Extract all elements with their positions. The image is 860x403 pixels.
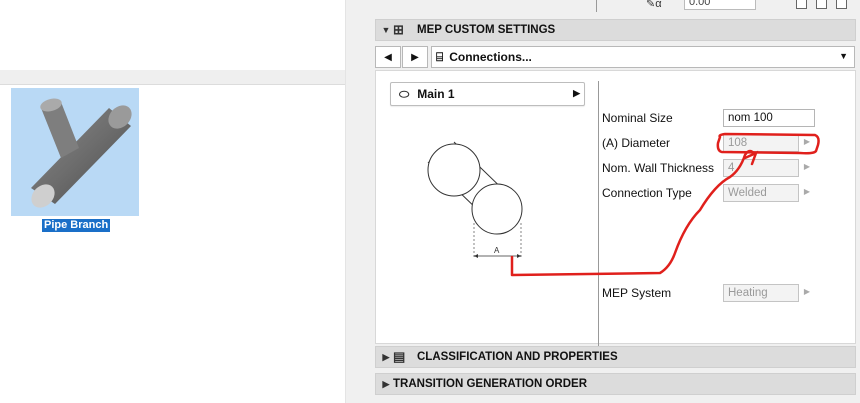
chevron-right-icon: ▶ [573, 88, 580, 98]
connection-selector[interactable]: ⬭ Main 1 ▶ [390, 82, 585, 106]
option-box[interactable] [816, 0, 827, 9]
dimension-label: A [494, 246, 500, 255]
mep-settings-title: MEP CUSTOM SETTINGS [417, 24, 556, 36]
previous-page-button[interactable]: ◀ [375, 46, 401, 68]
expand-icon: ▶ [382, 351, 390, 362]
mep-settings-icon: ⊞ [393, 22, 404, 37]
pipe-end-icon: ⬭ [399, 86, 410, 101]
mep-settings-header[interactable]: ▼ ⊞ MEP CUSTOM SETTINGS [375, 19, 856, 41]
angle-icon: ✎α [646, 0, 662, 10]
transition-order-title: TRANSITION GENERATION ORDER [393, 378, 588, 390]
mep-system-arrow-icon[interactable]: ▶ [802, 285, 812, 299]
mep-system-field[interactable]: Heating [723, 284, 799, 302]
angle-field[interactable]: 0.00 [684, 0, 756, 10]
nominal-size-label: Nominal Size [602, 111, 673, 125]
mep-system-label: MEP System [602, 286, 672, 300]
next-page-button[interactable]: ▶ [402, 46, 428, 68]
expand-icon: ▶ [382, 378, 390, 389]
transition-order-header[interactable]: ▶ TRANSITION GENERATION ORDER [375, 373, 856, 395]
library-separator [0, 70, 345, 85]
annotation-markup [510, 132, 820, 277]
page-navigator: ◀ ▶ ⌸ Connections... ▼ [375, 46, 855, 68]
page-select-value: Connections... [449, 50, 532, 64]
pipe-branch-thumbnail[interactable] [11, 88, 139, 216]
chevron-down-icon: ▼ [839, 51, 848, 61]
classification-title: CLASSIFICATION AND PROPERTIES [417, 351, 618, 363]
classification-header[interactable]: ▶ ▤ CLASSIFICATION AND PROPERTIES [375, 346, 856, 368]
top-strip: ✎α 0.00 [346, 0, 860, 12]
connections-icon: ⌸ [436, 49, 444, 64]
collapse-icon: ▼ [381, 25, 391, 35]
document-icon: ▤ [393, 349, 406, 364]
pipe-branch-icon [31, 98, 132, 208]
connection-selector-value: Main 1 [417, 87, 455, 101]
option-box-2[interactable] [836, 0, 847, 9]
library-top-area [0, 0, 345, 70]
page-select-dropdown[interactable]: ⌸ Connections... ▼ [431, 46, 855, 68]
library-item-label[interactable]: Pipe Branch [42, 219, 111, 232]
checkbox[interactable] [796, 0, 807, 9]
divider [596, 0, 597, 12]
